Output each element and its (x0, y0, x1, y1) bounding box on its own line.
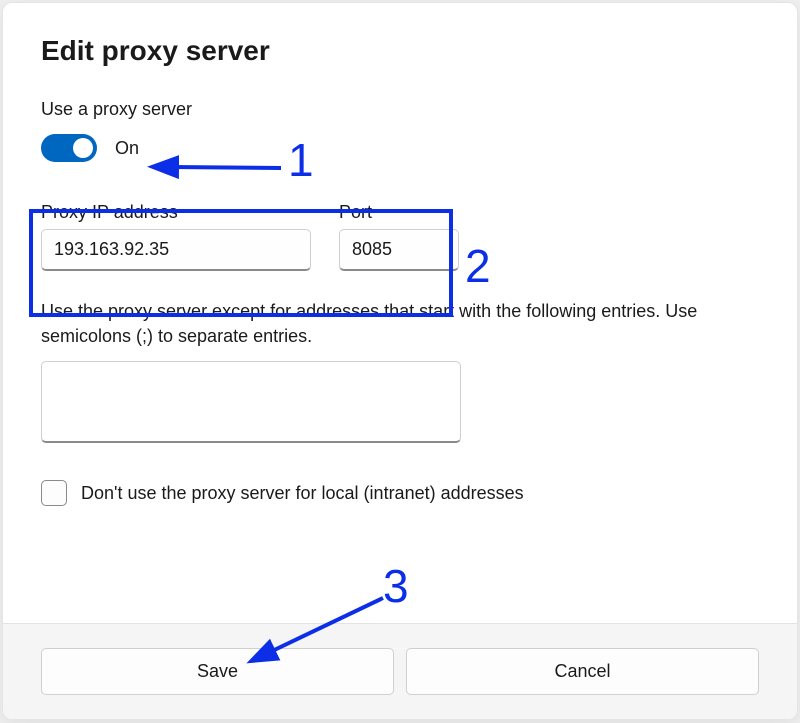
dialog-content: Edit proxy server Use a proxy server On … (3, 3, 797, 506)
use-proxy-label: Use a proxy server (41, 99, 759, 120)
toggle-row: On (41, 134, 759, 162)
toggle-state-label: On (115, 138, 139, 159)
proxy-port-input[interactable] (339, 229, 459, 271)
cancel-button[interactable]: Cancel (406, 648, 759, 695)
dialog-footer: Save Cancel (3, 623, 797, 719)
local-bypass-label: Don't use the proxy server for local (in… (81, 483, 524, 504)
local-bypass-checkbox[interactable] (41, 480, 67, 506)
local-checkbox-row: Don't use the proxy server for local (in… (41, 480, 759, 506)
edit-proxy-dialog: Edit proxy server Use a proxy server On … (2, 2, 798, 720)
ip-label: Proxy IP address (41, 202, 311, 223)
proxy-ip-input[interactable] (41, 229, 311, 271)
proxy-fields-row: Proxy IP address Port (41, 202, 759, 271)
dialog-title: Edit proxy server (41, 35, 759, 67)
save-button[interactable]: Save (41, 648, 394, 695)
use-proxy-toggle[interactable] (41, 134, 97, 162)
port-field-group: Port (339, 202, 459, 271)
port-label: Port (339, 202, 459, 223)
bypass-addresses-input[interactable] (41, 361, 461, 443)
annotation-num-3: 3 (383, 559, 409, 613)
toggle-knob (73, 138, 93, 158)
ip-field-group: Proxy IP address (41, 202, 311, 271)
bypass-description: Use the proxy server except for addresse… (41, 299, 759, 349)
